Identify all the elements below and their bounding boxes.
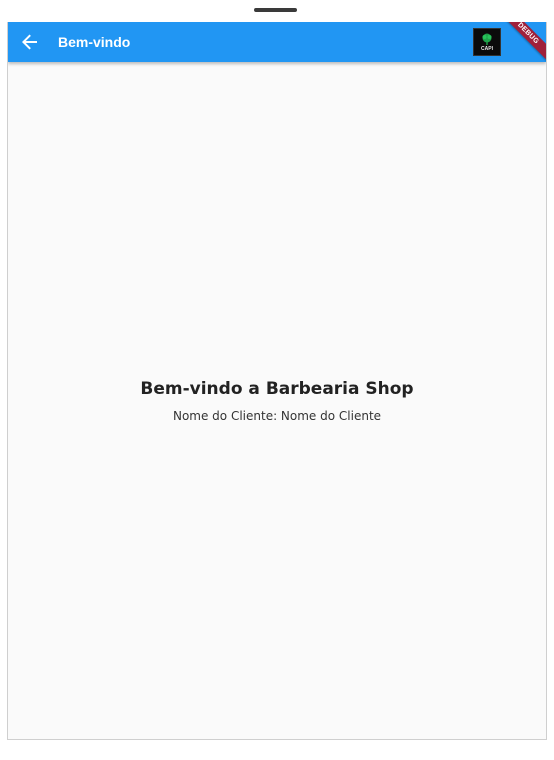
logo-text: CAPI xyxy=(481,45,493,52)
back-button[interactable] xyxy=(18,30,42,54)
device-handle xyxy=(254,8,297,12)
tree-logo-icon xyxy=(482,33,492,45)
app-logo: CAPI xyxy=(473,28,501,56)
app-bar: Bem-vindo CAPI DEBUG xyxy=(8,22,546,66)
debug-banner: DEBUG xyxy=(495,22,546,66)
app-screen: Bem-vindo CAPI DEBUG Bem-vindo a Barbear… xyxy=(7,22,547,740)
welcome-heading: Bem-vindo a Barbearia Shop xyxy=(140,378,414,399)
arrow-left-icon xyxy=(22,34,37,50)
page-title: Bem-vindo xyxy=(58,34,131,50)
device-frame: Bem-vindo CAPI DEBUG Bem-vindo a Barbear… xyxy=(0,0,554,760)
client-name-label: Nome do Cliente: Nome do Cliente xyxy=(172,408,382,423)
main-content: Bem-vindo a Barbearia Shop Nome do Clien… xyxy=(8,62,546,739)
